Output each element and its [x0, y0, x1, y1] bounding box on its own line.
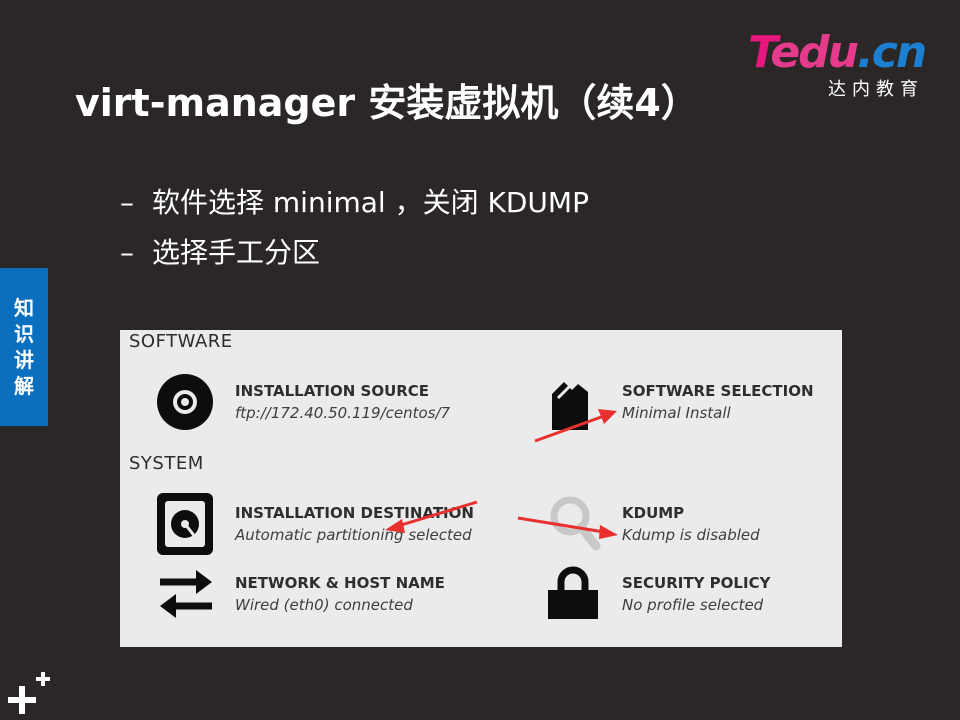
slide-title: virt-manager 安装虚拟机（续4） — [75, 81, 699, 125]
logo-subtitle: 达内教育 — [828, 79, 924, 100]
security-policy-spoke[interactable]: SECURITY POLICY No profile selected — [548, 566, 838, 624]
spoke-title: INSTALLATION SOURCE — [235, 382, 430, 400]
logo-wordmark-edu: edu — [770, 27, 859, 78]
bullet-text: 选择手工分区 — [152, 236, 321, 269]
installation-source-spoke[interactable]: INSTALLATION SOURCE ftp://172.40.50.119/… — [156, 374, 486, 434]
kdump-spoke[interactable]: KDUMP Kdump is disabled — [548, 496, 838, 554]
spoke-status: Wired (eth0) connected — [235, 596, 413, 614]
spoke-title: KDUMP — [622, 504, 685, 522]
software-section-title: SOFTWARE — [129, 331, 233, 352]
bullet-item: – 选择手工分区 — [120, 228, 589, 278]
bullet-marker: – — [120, 186, 134, 219]
network-hostname-spoke[interactable]: NETWORK & HOST NAME Wired (eth0) connect… — [156, 566, 486, 624]
spoke-title: SOFTWARE SELECTION — [622, 382, 814, 400]
bullet-list: – 软件选择 minimal ，关闭 KDUMP – 选择手工分区 — [120, 178, 589, 278]
harddisk-icon — [157, 493, 213, 555]
side-tab-char: 讲 — [14, 348, 34, 372]
bullet-item: – 软件选择 minimal ，关闭 KDUMP — [120, 178, 589, 228]
spoke-title: SECURITY POLICY — [622, 574, 771, 592]
software-selection-spoke[interactable]: SOFTWARE SELECTION Minimal Install — [548, 374, 838, 436]
system-section-title: SYSTEM — [129, 453, 204, 474]
installer-summary-panel: SOFTWARE SYSTEM INSTALLATION SOURCE ftp:… — [120, 330, 842, 647]
spoke-status: Minimal Install — [622, 404, 731, 422]
spoke-status: Kdump is disabled — [622, 526, 760, 544]
side-tab-char: 识 — [14, 322, 34, 346]
package-icon — [552, 382, 588, 430]
bullet-text: 软件选择 minimal ，关闭 KDUMP — [152, 186, 589, 219]
logo-wordmark-cn: .cn — [857, 27, 927, 78]
search-icon — [550, 496, 601, 551]
network-arrows-icon — [160, 570, 212, 618]
spoke-status: Automatic partitioning selected — [235, 526, 472, 544]
logo-wordmark: Tedu.cn — [748, 27, 927, 78]
logo-wordmark-t: T — [748, 27, 772, 78]
side-tab-char: 知 — [14, 296, 34, 320]
lock-icon — [548, 566, 598, 619]
installation-destination-spoke[interactable]: INSTALLATION DESTINATION Automatic parti… — [156, 492, 496, 558]
side-tab-char: 解 — [14, 374, 34, 398]
plus-decoration-icon — [8, 672, 50, 714]
spoke-status: No profile selected — [622, 596, 764, 614]
tedu-logo: Tedu.cn 达内教育 — [748, 27, 930, 101]
side-tab-knowledge: 知 识 讲 解 — [0, 268, 48, 426]
bullet-marker: – — [120, 236, 134, 269]
spoke-title: NETWORK & HOST NAME — [235, 574, 445, 592]
spoke-status: ftp://172.40.50.119/centos/7 — [235, 404, 451, 422]
disc-icon — [157, 374, 213, 430]
spoke-title: INSTALLATION DESTINATION — [235, 504, 474, 522]
